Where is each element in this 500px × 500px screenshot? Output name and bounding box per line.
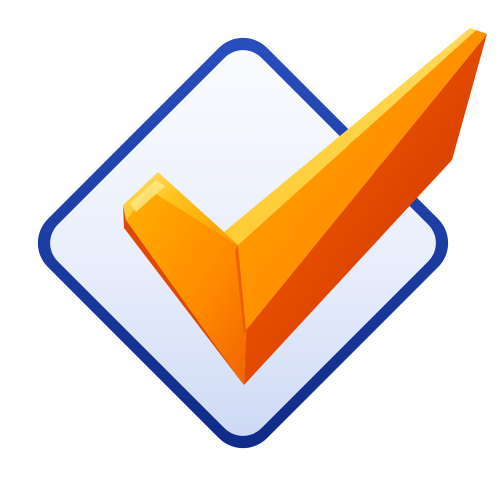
- app-icon: [0, 0, 500, 500]
- checkmark-logo: [37, 28, 487, 449]
